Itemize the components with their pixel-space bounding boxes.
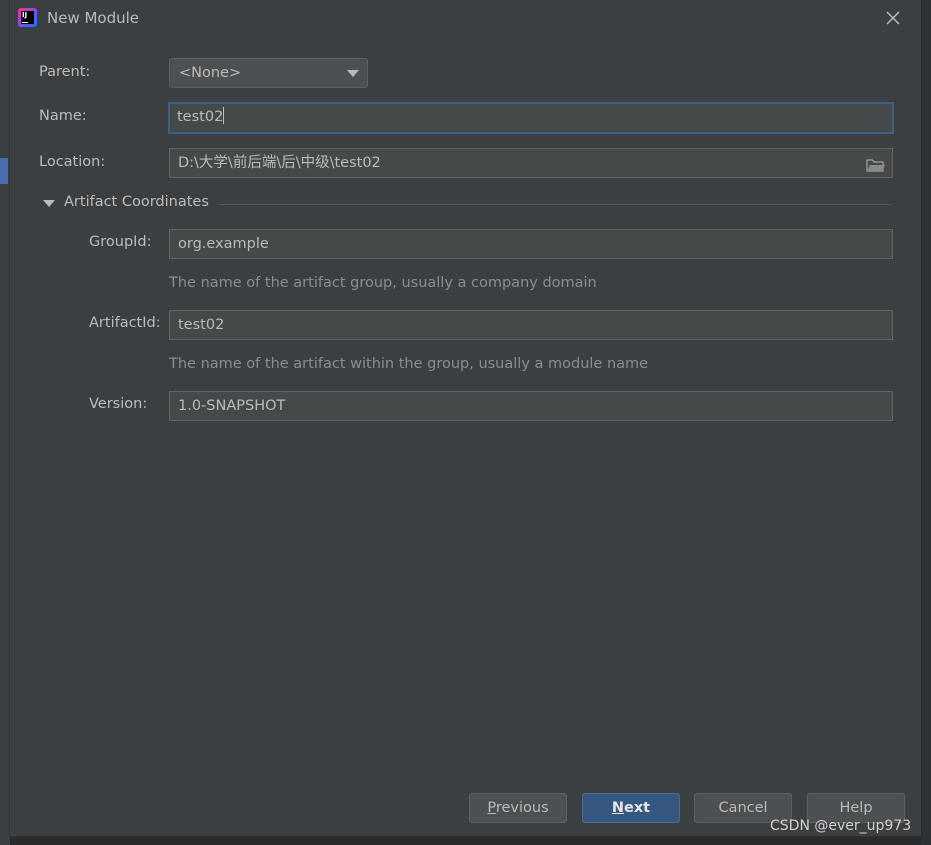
background-selection-marker	[0, 158, 8, 184]
browse-folder-icon[interactable]	[866, 155, 886, 183]
location-input-value: D:\大学\前后端\后\中级\test02	[178, 155, 381, 171]
next-label: ext	[624, 800, 651, 816]
artifact-id-input-value: test02	[178, 317, 225, 333]
help-label: Help	[839, 800, 873, 816]
location-label: Location:	[39, 154, 106, 170]
parent-select-value: <None>	[179, 65, 242, 81]
previous-mnemonic: P	[487, 800, 496, 816]
name-input-value: test02	[177, 109, 224, 125]
artifact-id-hint: The name of the artifact within the grou…	[169, 356, 649, 372]
section-divider	[219, 204, 892, 205]
parent-label: Parent:	[39, 64, 91, 80]
previous-label: revious	[495, 800, 549, 816]
group-id-label: GroupId:	[89, 234, 152, 250]
group-id-hint: The name of the artifact group, usually …	[169, 275, 597, 291]
group-id-input-value: org.example	[178, 236, 269, 252]
text-caret	[223, 107, 225, 124]
version-input[interactable]: 1.0-SNAPSHOT	[169, 391, 893, 421]
location-input[interactable]: D:\大学\前后端\后\中级\test02	[169, 148, 893, 178]
background-window-edge	[0, 0, 10, 845]
intellij-app-icon: IJ	[18, 8, 37, 27]
title-bar: IJ New Module	[10, 0, 921, 36]
version-label: Version:	[89, 396, 148, 412]
name-label: Name:	[39, 108, 87, 124]
close-button[interactable]	[881, 6, 905, 30]
new-module-dialog: IJ New Module Parent: <None> Name: test0…	[10, 0, 922, 836]
name-input[interactable]: test02	[168, 102, 894, 134]
parent-select[interactable]: <None>	[169, 58, 368, 88]
csdn-watermark: CSDN @ever_up973	[770, 818, 912, 834]
artifact-id-input[interactable]: test02	[169, 310, 893, 340]
previous-button[interactable]: Previous	[469, 793, 567, 823]
chevron-down-icon	[347, 70, 359, 77]
cancel-label: Cancel	[718, 800, 768, 816]
background-window-edge-right	[921, 0, 931, 845]
version-input-value: 1.0-SNAPSHOT	[178, 398, 286, 414]
next-mnemonic: N	[611, 800, 624, 816]
dialog-title: New Module	[47, 9, 140, 27]
collapse-triangle-icon[interactable]	[43, 200, 55, 207]
next-button[interactable]: Next	[582, 793, 680, 823]
group-id-input[interactable]: org.example	[169, 229, 893, 259]
artifact-coordinates-header[interactable]: Artifact Coordinates	[64, 194, 209, 210]
close-icon	[886, 11, 900, 25]
artifact-id-label: ArtifactId:	[89, 315, 161, 331]
